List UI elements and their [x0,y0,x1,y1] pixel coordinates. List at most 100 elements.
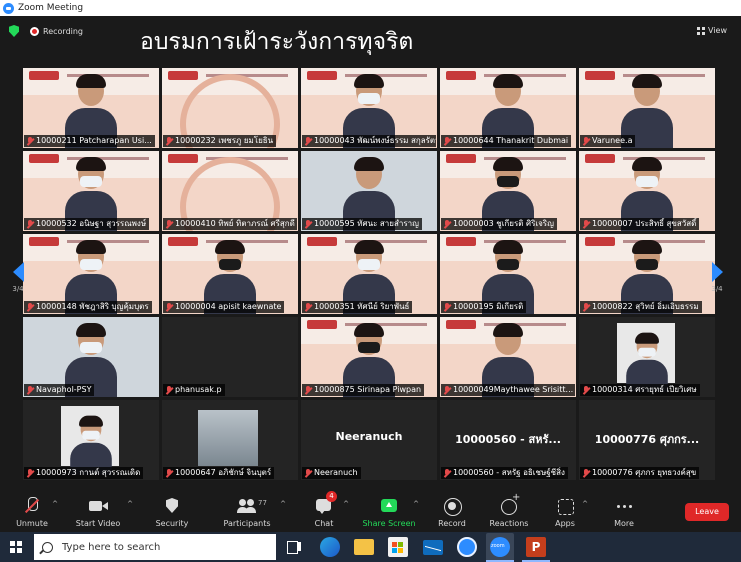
next-page-button[interactable]: 3/4 [708,262,726,302]
participant-display-name: 10000560 - สหรั... [455,433,561,446]
participant-tile[interactable]: 10000532 อนิษฐา สุวรรณพงษ์ [23,151,159,231]
file-explorer-icon[interactable] [354,539,374,555]
share-screen-icon [378,495,400,517]
participant-display-name: 10000776 ศุภกร... [594,433,700,446]
chat-button[interactable]: 4 Chat [310,486,338,532]
participant-tile[interactable]: 10000644 Thanakrit Dubmai [440,68,576,148]
view-label: View [708,26,727,35]
record-label: Record [438,519,466,528]
apps-options-caret[interactable]: ^ [581,500,589,508]
muted-mic-icon [26,385,34,395]
participant-tile[interactable]: 10000647 อภิชักษ์ จินบุตร์ [162,400,298,480]
participant-nameplate: 10000351 ทัศนีย์ ริยาพันธ์ [302,301,413,313]
taskbar-search-box[interactable]: Type here to search [34,534,276,560]
participants-options-caret[interactable]: ^ [279,500,287,508]
record-button[interactable]: Record [435,486,469,532]
participant-tile[interactable]: 10000148 พัชฎาสิริ บุญคุ้มบุตร [23,234,159,314]
meeting-topbar: Recording อบรมการเฝ้าระวังการทุจริต View [0,16,741,55]
page-indicator-left: 3/4 [12,285,24,293]
participant-nameplate: 10000007 ประสิทธิ์ สุขสวัสดิ์ [580,218,700,230]
participant-tile[interactable]: 10000875 Sirinapa Piwpan [301,317,437,397]
participant-tile[interactable]: 10000595 ทัศนะ สายสำราญ [301,151,437,231]
participant-tile[interactable]: 10000410 ทิพย์ ทิตาภรณ์ ศรีสุกดี [162,151,298,231]
recording-label: Recording [43,26,84,36]
participant-name: 10000410 ทิพย์ ทิตาภรณ์ ศรีสุกดี [175,219,295,228]
muted-mic-icon [165,136,173,146]
start-video-label: Start Video [75,519,121,528]
participant-tile[interactable]: 10000560 - สหรั... 10000560 - สหรัฐ อธิเช… [440,400,576,480]
participant-nameplate: phanusak.p [163,384,225,396]
participant-tile[interactable]: 10000822 สุวิทย์ อิ่มเอิบธรรม [579,234,715,314]
muted-mic-icon [443,136,451,146]
participant-tile[interactable]: 10000973 กานต์ สุวรรณเดิด [23,400,159,480]
participant-tile[interactable]: 10000776 ศุภกร... 10000776 ศุภกร ยุทธวงค์… [579,400,715,480]
muted-mic-icon [582,136,590,146]
participants-count: 77 [258,499,267,507]
edge-browser-icon[interactable] [320,537,340,557]
participant-tile[interactable]: 10000003 ชูเกียรติ ศิริเจริญ [440,151,576,231]
security-button[interactable]: Security [153,486,191,532]
participant-name: Neeranuch [314,468,358,477]
share-screen-button[interactable]: Share Screen [362,486,416,532]
participant-tile[interactable]: 10000049Maythawee Srisitt... [440,317,576,397]
participant-name: 10000532 อนิษฐา สุวรรณพงษ์ [36,219,147,228]
participant-nameplate: 10000232 เพชรภู ยมโยธิน [163,135,277,147]
muted-mic-icon [304,385,312,395]
participant-name: 10000003 ชูเกียรติ ศิริเจริญ [453,219,554,228]
recording-indicator[interactable]: Recording [30,23,83,39]
participant-tile[interactable]: 10000195 มิเกียรติ [440,234,576,314]
participant-nameplate: 10000644 Thanakrit Dubmai [441,135,572,147]
participant-tile[interactable]: 10000004 apisit kaewnate [162,234,298,314]
participant-tile[interactable]: 10000314 ศรายุทธ์ เปียวิเศษ [579,317,715,397]
participant-nameplate: 10000211 Patcharapan Usi... [24,135,155,147]
participant-tile[interactable]: Navaphol-PSY [23,317,159,397]
muted-mic-icon [582,468,590,478]
participant-name: 10000049Maythawee Srisitt... [453,385,574,394]
reactions-label: Reactions [489,519,529,528]
participant-nameplate: 10000560 - สหรัฐ อธิเชษฐ์ชีสิ่ง [441,467,568,479]
leave-button[interactable]: Leave [685,503,729,521]
participant-name: 10000004 apisit kaewnate [175,302,282,311]
more-label: More [614,519,634,528]
windows-start-icon[interactable] [10,541,22,553]
apps-button[interactable]: Apps [552,486,578,532]
meeting-banner-title: อบรมการเฝ้าระวังการทุจริต [140,29,414,55]
browser-compass-icon[interactable] [457,537,477,557]
participant-nameplate: 10000647 อภิชักษ์ จินบุตร์ [163,467,275,479]
unmute-button[interactable]: Unmute [14,486,50,532]
participant-name: Varunee.a [592,136,633,145]
participant-nameplate: 10000043 พัฒน์พงษ์ธรรม สกุลรัตน์... [302,135,436,147]
reactions-button[interactable]: Reactions [488,486,530,532]
reaction-smiley-icon [498,492,520,517]
task-view-icon[interactable] [284,537,304,557]
participant-display-name: Neeranuch [335,430,403,443]
share-options-caret[interactable]: ^ [412,500,420,508]
participant-name: 10000148 พัชฎาสิริ บุญคุ้มบุตร [36,302,149,311]
more-button[interactable]: More [610,486,638,532]
view-button[interactable]: View [697,26,727,35]
participant-tile[interactable]: 10000351 ทัศนีย์ ริยาพันธ์ [301,234,437,314]
participant-tile[interactable]: Neeranuch Neeranuch [301,400,437,480]
microphone-muted-icon [21,495,43,517]
chat-options-caret[interactable]: ^ [342,500,350,508]
participant-tile[interactable]: phanusak.p [162,317,298,397]
powerpoint-icon[interactable] [526,537,546,557]
participant-tile[interactable]: 10000211 Patcharapan Usi... [23,68,159,148]
zoom-app-icon[interactable] [486,533,514,561]
video-options-caret[interactable]: ^ [126,500,134,508]
participant-tile[interactable]: 10000007 ประสิทธิ์ สุขสวัสดิ์ [579,151,715,231]
store-icon[interactable] [388,537,408,557]
participant-nameplate: 10000049Maythawee Srisitt... [441,384,575,396]
participant-tile[interactable]: Varunee.a [579,68,715,148]
encryption-shield-icon[interactable] [9,25,19,37]
audio-options-caret[interactable]: ^ [51,500,59,508]
chat-bubble-icon: 4 [313,491,337,517]
previous-page-button[interactable]: 3/4 [9,262,27,302]
participants-label: Participants [223,519,271,528]
participants-button[interactable]: Participants [222,486,272,532]
start-video-button[interactable]: Start Video [74,486,122,532]
recording-dot-icon [30,26,39,36]
participant-tile[interactable]: 10000232 เพชรภู ยมโยธิน [162,68,298,148]
mail-icon[interactable] [423,540,443,555]
participant-tile[interactable]: 10000043 พัฒน์พงษ์ธรรม สกุลรัตน์... [301,68,437,148]
